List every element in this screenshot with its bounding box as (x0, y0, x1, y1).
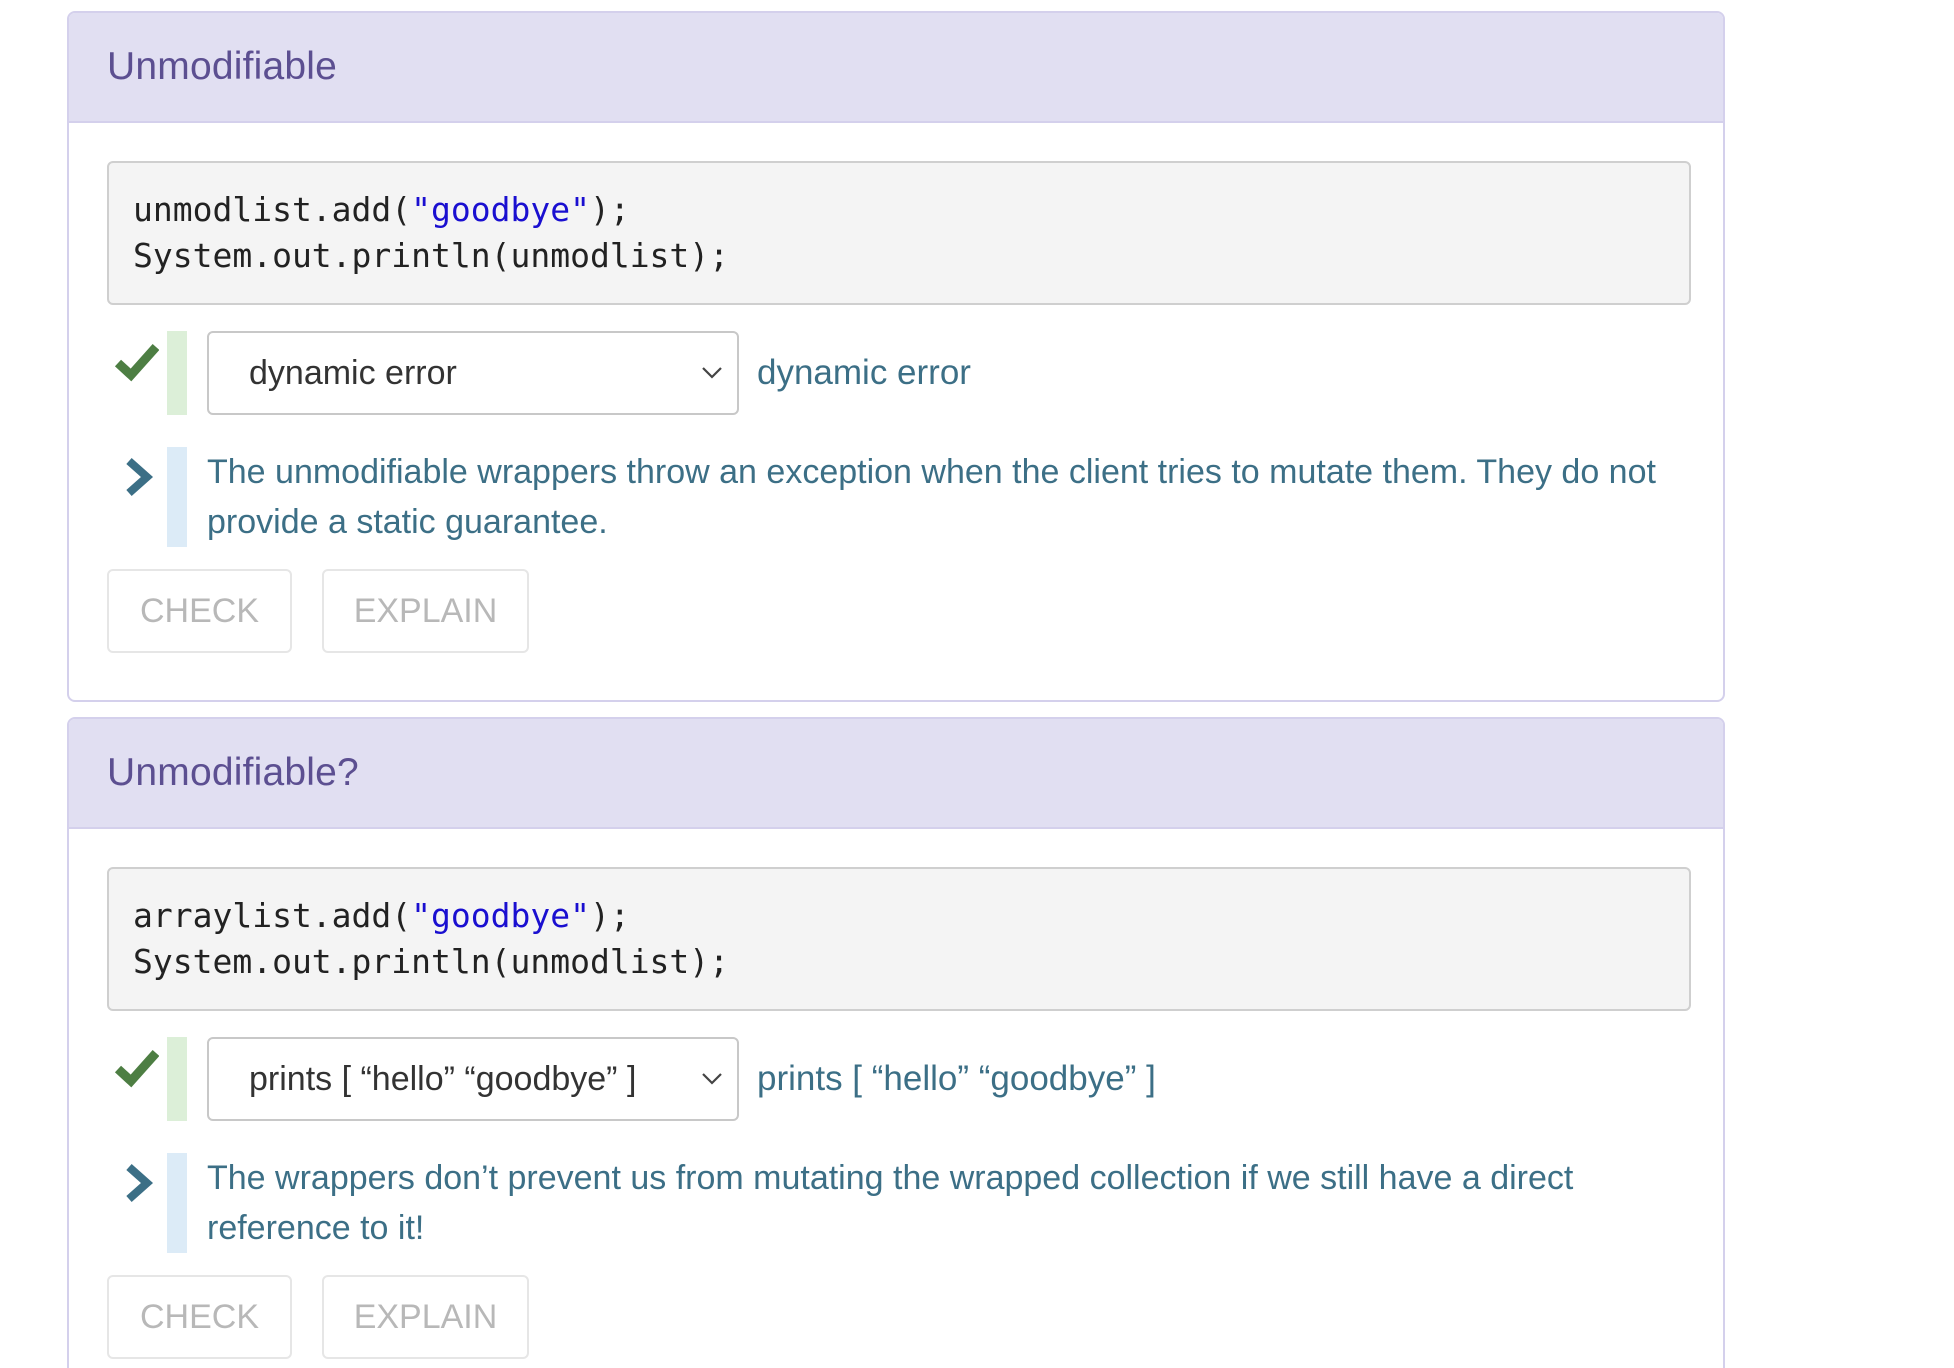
chevron-right-icon[interactable] (121, 1163, 155, 1203)
panel-body: unmodlist.add("goodbye"); System.out.pri… (69, 123, 1723, 653)
answer-feedback-text: prints [ “hello” “goodbye” ] (757, 1059, 1156, 1098)
answer-select[interactable]: prints [ “hello” “goodbye” ] (207, 1037, 739, 1121)
button-group: CHECK EXPLAIN (107, 1275, 1685, 1359)
explain-button[interactable]: EXPLAIN (322, 569, 529, 653)
question-panel-unmodifiable-question: Unmodifiable? arraylist.add("goodbye"); … (67, 717, 1725, 1368)
explanation-text: The unmodifiable wrappers throw an excep… (207, 453, 1656, 541)
panel-title: Unmodifiable (107, 45, 338, 88)
code-block: arraylist.add("goodbye"); System.out.pri… (107, 867, 1691, 1011)
answer-select-value: prints [ “hello” “goodbye” ] (249, 1059, 637, 1098)
panel-header: Unmodifiable (69, 13, 1723, 123)
panel-body: arraylist.add("goodbye"); System.out.pri… (69, 829, 1723, 1359)
code-string-literal: "goodbye" (411, 190, 590, 229)
code-block: unmodlist.add("goodbye"); System.out.pri… (107, 161, 1691, 305)
correct-indicator-bar (167, 331, 187, 415)
explanation-row: The wrappers don’t prevent us from mutat… (107, 1153, 1685, 1253)
answer-select[interactable]: dynamic error (207, 331, 739, 415)
code-text: unmodlist.add( (133, 190, 412, 229)
chevron-down-icon (702, 1073, 722, 1085)
explanation-indicator-bar (167, 447, 187, 547)
code-text: ); (589, 190, 630, 229)
button-group: CHECK EXPLAIN (107, 569, 1685, 653)
explanation-indicator-bar (167, 1153, 187, 1253)
explanation-row: The unmodifiable wrappers throw an excep… (107, 447, 1685, 547)
checkmark-icon (115, 1050, 159, 1088)
correct-indicator-bar (167, 1037, 187, 1121)
check-button[interactable]: CHECK (107, 1275, 292, 1359)
code-text: ); (589, 896, 630, 935)
check-button[interactable]: CHECK (107, 569, 292, 653)
code-text: System.out.println(unmodlist); (133, 942, 730, 981)
answer-select-value: dynamic error (249, 353, 457, 392)
answer-row: prints [ “hello” “goodbye” ] prints [ “h… (107, 1037, 1685, 1123)
page: Unmodifiable unmodlist.add("goodbye"); S… (0, 0, 1954, 1368)
panel-title: Unmodifiable? (107, 751, 359, 794)
chevron-right-icon[interactable] (121, 457, 155, 497)
answer-row: dynamic error dynamic error (107, 331, 1685, 417)
panel-header: Unmodifiable? (69, 719, 1723, 829)
code-string-literal: "goodbye" (411, 896, 590, 935)
chevron-down-icon (702, 367, 722, 379)
answer-feedback-text: dynamic error (757, 353, 971, 392)
checkmark-icon (115, 344, 159, 382)
question-panel-unmodifiable: Unmodifiable unmodlist.add("goodbye"); S… (67, 11, 1725, 702)
explanation-text: The wrappers don’t prevent us from mutat… (207, 1159, 1574, 1247)
code-text: System.out.println(unmodlist); (133, 236, 730, 275)
explain-button[interactable]: EXPLAIN (322, 1275, 529, 1359)
code-text: arraylist.add( (133, 896, 412, 935)
